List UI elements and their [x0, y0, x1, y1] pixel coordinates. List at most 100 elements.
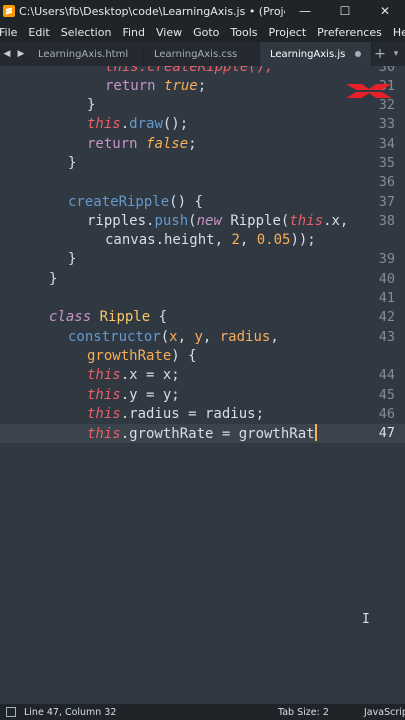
tab-list-icon[interactable]: ▾ [388, 42, 404, 66]
menu-edit[interactable]: Edit [28, 26, 49, 39]
code-text: createRipple() { [68, 193, 203, 212]
menu-help[interactable]: Help [393, 26, 405, 39]
token: this [289, 213, 324, 229]
code-line: 35 } [0, 154, 405, 173]
maximize-button[interactable]: ☐ [325, 0, 365, 22]
token: ) { [171, 348, 197, 364]
token: ; [197, 78, 207, 94]
token: ; [188, 136, 197, 152]
token: new [196, 213, 222, 229]
line-number: 44 [378, 367, 395, 383]
sublime-app-icon [3, 5, 15, 17]
tab-learningaxis-js[interactable]: LearningAxis.js [260, 42, 372, 66]
token: )); [290, 232, 316, 248]
line-number: 40 [378, 271, 395, 287]
code-text: constructor(x, y, radius, [68, 328, 279, 347]
code-text: this.radius = radius; [87, 405, 264, 424]
code-text: } [49, 270, 57, 289]
menu-bar: File Edit Selection Find View Goto Tools… [0, 22, 405, 42]
code-text: this.createRipple(); [105, 66, 274, 77]
token: draw [129, 116, 163, 132]
code-line-current: 47 this.growthRate = growthRat [0, 424, 405, 444]
code-text: ripples.push(new Ripple(this.x, [87, 212, 348, 231]
token: .x = x; [120, 367, 180, 383]
panel-toggle-icon[interactable] [6, 707, 16, 717]
status-bar: Line 47, Column 32 Tab Size: 2 JavaScrip… [0, 704, 405, 720]
close-button[interactable]: ✕ [365, 0, 405, 22]
token: return [87, 136, 138, 152]
code-text: } [87, 96, 95, 115]
token: , [270, 329, 279, 345]
code-line: 33 this.draw(); [0, 115, 405, 134]
code-line: 42 class Ripple { [0, 308, 405, 327]
syntax-selector[interactable]: JavaScript [364, 707, 405, 718]
token: 0.05 [256, 232, 291, 248]
line-number: 37 [378, 194, 395, 210]
token: true [164, 78, 198, 94]
line-number: 42 [378, 309, 395, 325]
token: .x, [323, 213, 349, 229]
tab-next-icon[interactable]: ▶ [18, 49, 25, 59]
line-number: 35 [378, 155, 395, 171]
line-number: 46 [378, 406, 395, 422]
title-bar: C:\Users\fb\Desktop\code\LearningAxis.js… [0, 0, 405, 22]
tab-label: LearningAxis.css [154, 48, 238, 60]
code-line: 38 ripples.push(new Ripple(this.x, [0, 212, 405, 231]
token: { [150, 309, 168, 325]
ibeam-cursor-icon: I [362, 612, 370, 627]
code-line: 37 createRipple() { [0, 193, 405, 212]
tab-label: LearningAxis.html [38, 48, 129, 60]
menu-file[interactable]: File [0, 26, 17, 39]
code-line: 36 [0, 173, 405, 192]
token: this [87, 406, 121, 422]
cursor-position: Line 47, Column 32 [24, 706, 117, 718]
menu-view[interactable]: View [156, 26, 182, 39]
code-text: } [68, 250, 76, 269]
new-tab-icon[interactable]: + [372, 42, 388, 66]
line-number: 36 [378, 174, 395, 190]
code-text: canvas.height, 2, 0.05)); [105, 231, 316, 250]
tab-bar: ◀ ▶ LearningAxis.html LearningAxis.css L… [0, 42, 405, 66]
token: canvas.height, [105, 232, 232, 248]
code-text: return true; [105, 77, 206, 96]
code-line: 30 this.createRipple(); [0, 66, 405, 77]
token: .growthRate = growthRat [120, 426, 315, 442]
token: () { [169, 194, 203, 210]
tab-prev-icon[interactable]: ◀ [4, 49, 11, 59]
token: growthRate [87, 348, 172, 364]
line-number: 30 [378, 66, 395, 75]
token: ( [160, 329, 170, 345]
line-number: 47 [378, 425, 395, 441]
token: constructor [68, 329, 161, 345]
tab-learningaxis-html[interactable]: LearningAxis.html [28, 42, 144, 66]
token: (); [162, 116, 189, 132]
tab-size-selector[interactable]: Tab Size: 2 [278, 707, 329, 718]
token: ripples. [87, 213, 155, 229]
menu-selection[interactable]: Selection [61, 26, 112, 39]
code-line: 46 this.radius = radius; [0, 405, 405, 424]
code-line: growthRate) { [0, 347, 405, 366]
menu-goto[interactable]: Goto [193, 26, 219, 39]
menu-find[interactable]: Find [122, 26, 145, 39]
code-text: this.growthRate = growthRat [87, 424, 317, 444]
token: radius [219, 329, 271, 345]
token: } [87, 97, 96, 113]
tab-learningaxis-css[interactable]: LearningAxis.css [144, 42, 260, 66]
line-number: 34 [378, 136, 395, 152]
minimize-button[interactable]: — [285, 0, 325, 22]
token: , [177, 329, 195, 345]
token: 2 [231, 232, 240, 248]
menu-tools[interactable]: Tools [230, 26, 257, 39]
token: , [239, 232, 257, 248]
token: .radius = radius; [120, 406, 265, 422]
line-number: 39 [378, 251, 395, 267]
code-text: this.y = y; [87, 386, 180, 405]
menu-preferences[interactable]: Preferences [317, 26, 382, 39]
line-number: 38 [378, 213, 395, 229]
code-editor[interactable]: 30 this.createRipple(); 31 return true; … [0, 66, 405, 704]
line-number: 41 [378, 290, 395, 306]
token: } [49, 271, 58, 287]
menu-project[interactable]: Project [269, 26, 307, 39]
unsaved-dot-icon[interactable] [355, 51, 361, 57]
